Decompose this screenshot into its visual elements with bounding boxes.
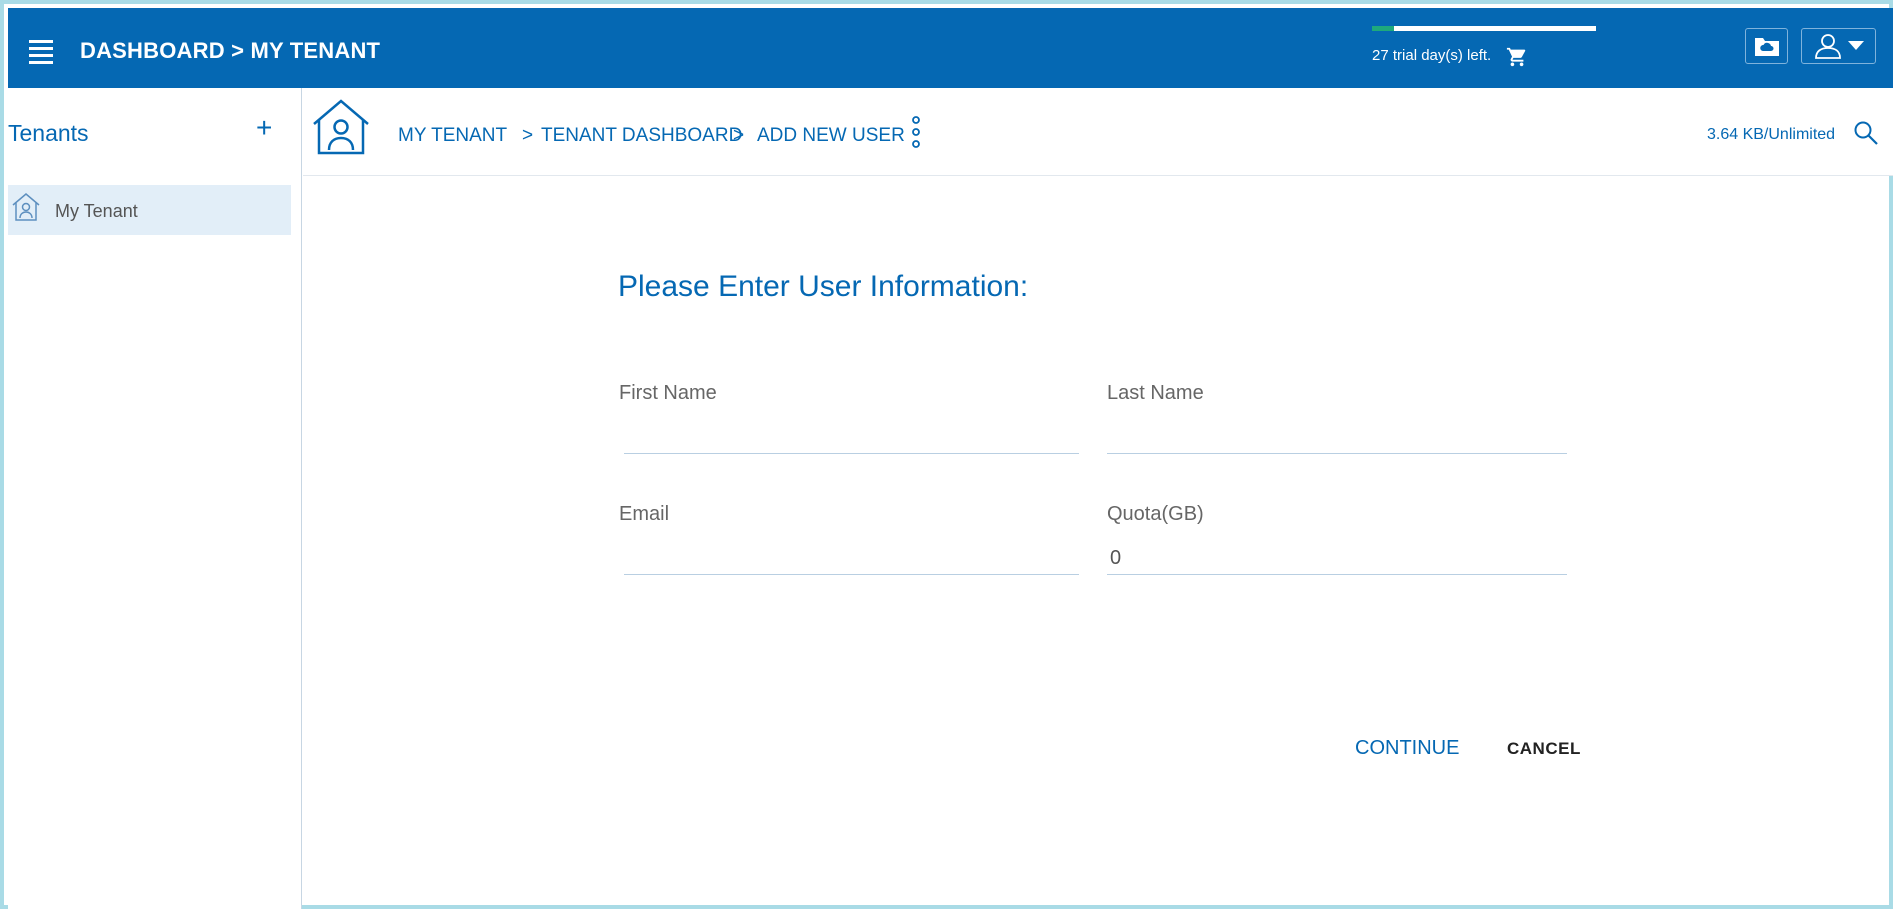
tenant-home-icon xyxy=(12,193,40,221)
first-name-input[interactable] xyxy=(624,422,1079,454)
top-bar: DASHBOARD > MY TENANT 27 trial day(s) le… xyxy=(8,8,1893,88)
breadcrumb-my-tenant[interactable]: MY TENANT xyxy=(398,125,507,147)
sidebar-title: Tenants xyxy=(8,120,89,146)
quota-input[interactable] xyxy=(1107,543,1567,575)
cloud-folder-icon xyxy=(1754,38,1779,56)
chevron-down-icon xyxy=(1847,41,1864,50)
sidebar-item-my-tenant[interactable]: My Tenant xyxy=(8,185,291,235)
user-menu-button[interactable] xyxy=(1801,28,1876,64)
email-label: Email xyxy=(619,503,670,525)
cart-icon[interactable] xyxy=(1506,46,1528,68)
last-name-label: Last Name xyxy=(1107,382,1204,404)
trial-days-text: 27 trial day(s) left. xyxy=(1372,47,1492,64)
first-name-label: First Name xyxy=(619,382,717,404)
menu-icon[interactable] xyxy=(29,40,53,64)
breadcrumb: MY TENANT > TENANT DASHBOARD > ADD NEW U… xyxy=(303,88,1893,176)
cancel-button[interactable]: CANCEL xyxy=(1507,739,1581,759)
sidebar: Tenants + My Tenant xyxy=(8,88,302,909)
storage-usage: 3.64 KB/Unlimited xyxy=(1707,126,1836,143)
breadcrumb-add-new-user[interactable]: ADD NEW USER xyxy=(757,125,905,147)
app-frame: DASHBOARD > MY TENANT 27 trial day(s) le… xyxy=(0,0,1893,909)
quota-label: Quota(GB) xyxy=(1107,503,1204,525)
breadcrumb-separator: > xyxy=(522,125,534,146)
search-icon[interactable] xyxy=(1853,120,1879,146)
cloud-folder-button[interactable] xyxy=(1745,28,1788,64)
user-icon xyxy=(1814,34,1841,59)
more-options-icon[interactable] xyxy=(911,116,921,148)
continue-button[interactable]: CONTINUE xyxy=(1355,737,1459,760)
add-tenant-button[interactable]: + xyxy=(256,114,272,142)
form-title: Please Enter User Information: xyxy=(618,270,1029,303)
breadcrumb-tenant-dashboard[interactable]: TENANT DASHBOARD xyxy=(541,125,742,147)
trial-progress-bar xyxy=(1372,26,1596,31)
email-input[interactable] xyxy=(624,543,1079,575)
trial-progress-fill xyxy=(1372,26,1395,31)
home-icon[interactable] xyxy=(311,98,371,156)
app-title: DASHBOARD > MY TENANT xyxy=(80,38,381,63)
breadcrumb-separator: > xyxy=(733,125,745,146)
last-name-input[interactable] xyxy=(1107,422,1567,454)
sidebar-item-label: My Tenant xyxy=(55,201,138,221)
